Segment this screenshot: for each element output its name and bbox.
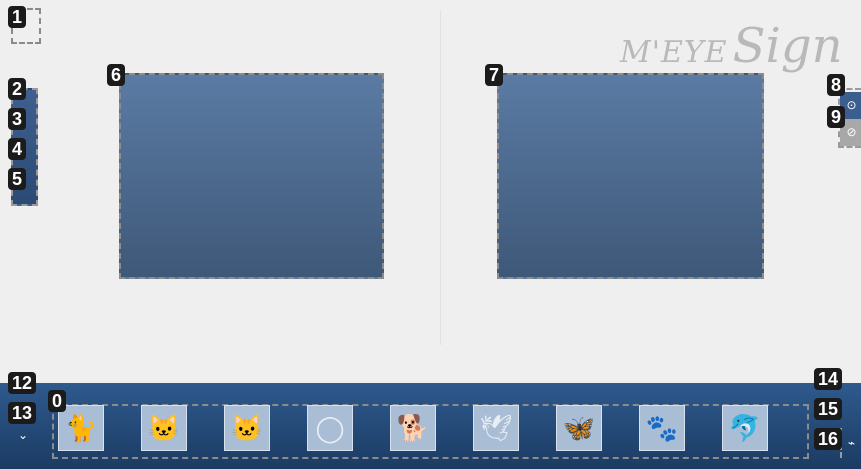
dog-icon[interactable]: 🐕 — [390, 405, 436, 451]
marker-13: 13 — [8, 402, 37, 424]
cat-face-icon[interactable]: 🐱 — [224, 405, 270, 451]
cat-profile-icon[interactable]: 🐱 — [141, 405, 187, 451]
photo-frame-right[interactable] — [497, 73, 764, 279]
marker-14: 14 — [814, 368, 843, 390]
marker-3: 3 — [8, 108, 27, 130]
marker-5: 5 — [8, 168, 27, 190]
marker-12: 12 — [8, 372, 37, 394]
marker-0: 0 — [48, 390, 67, 412]
butterfly-icon[interactable]: 🦋 — [556, 405, 602, 451]
photo-frame-left[interactable] — [119, 73, 384, 279]
marker-2: 2 — [8, 78, 27, 100]
marker-7: 7 — [485, 64, 504, 86]
marker-4: 4 — [8, 138, 27, 160]
dolphin-icon[interactable]: 🐬 — [722, 405, 768, 451]
marker-8: 8 — [827, 74, 846, 96]
paw-print-icon[interactable]: 🐾 — [639, 405, 685, 451]
marker-6: 6 — [107, 64, 126, 86]
cat-sitting-icon[interactable]: 🐈 — [58, 405, 104, 451]
cat-head-outline-icon[interactable]: ◯ — [307, 405, 353, 451]
brand-logo: M'EYE Sign — [620, 18, 843, 74]
marker-15: 15 — [814, 398, 843, 420]
logo-big-text: Sign — [732, 18, 843, 74]
scroll-left-icon[interactable]: ⌄ — [13, 425, 33, 445]
logo-small-text: M'EYE — [620, 35, 728, 70]
marker-16: 16 — [814, 428, 843, 450]
dove-icon[interactable]: 🕊 — [473, 405, 519, 451]
scroll-right-icon[interactable]: ⌁ — [840, 428, 861, 458]
marker-1: 1 — [8, 6, 27, 28]
page-divider — [440, 10, 441, 345]
marker-9: 9 — [827, 106, 846, 128]
